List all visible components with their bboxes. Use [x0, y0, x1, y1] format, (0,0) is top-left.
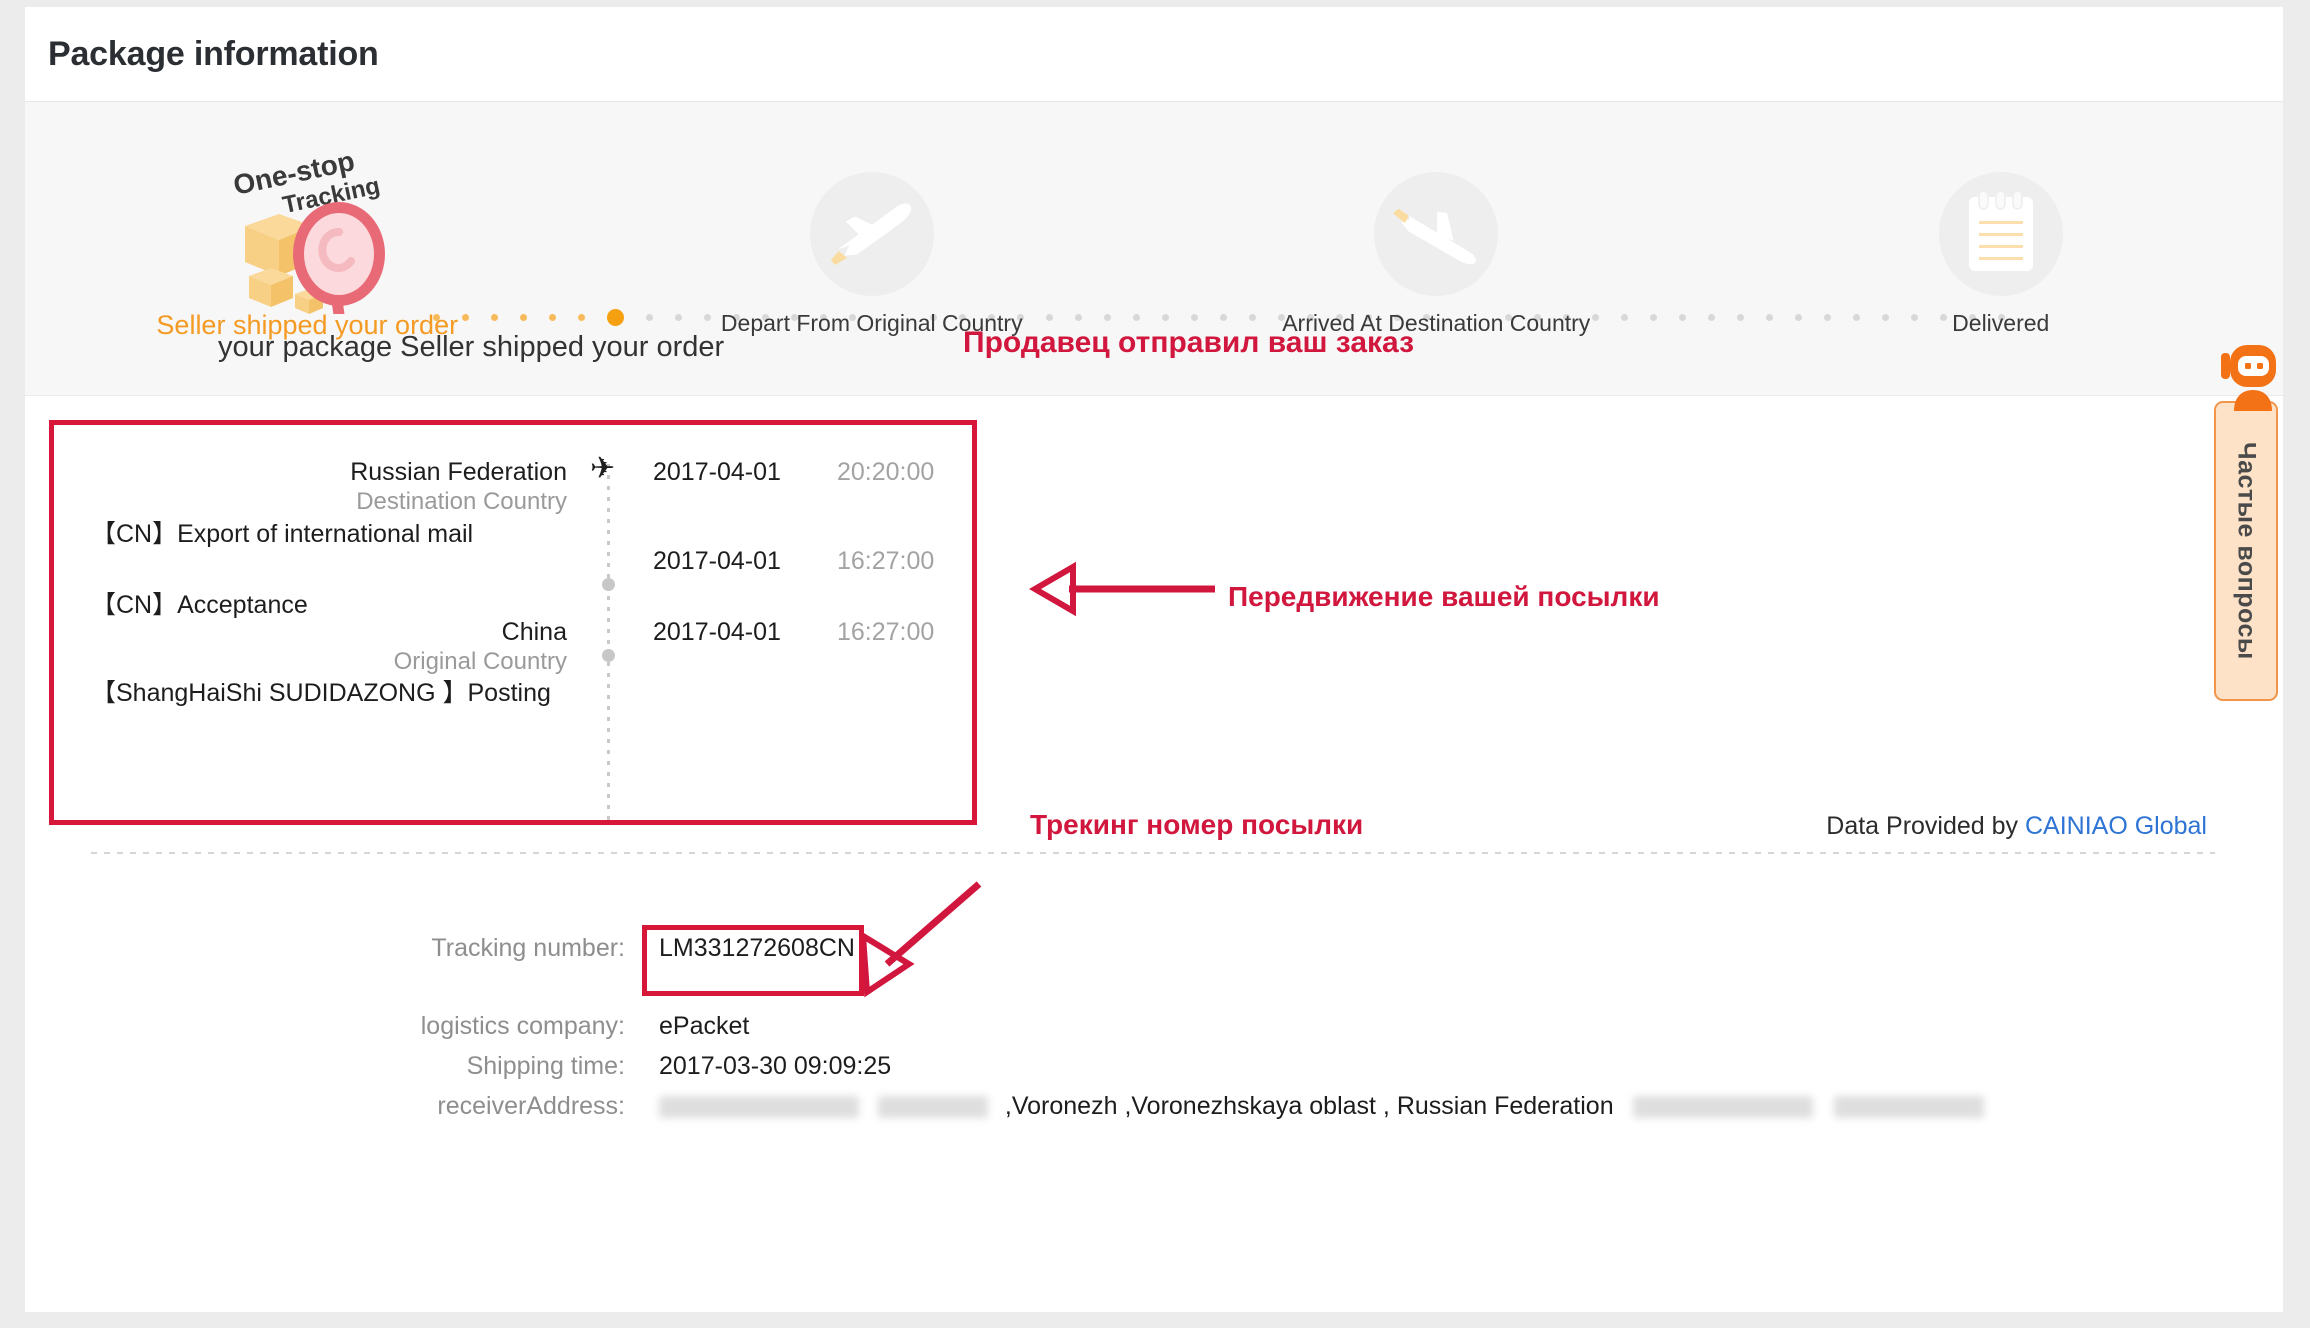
event-description: 【CN】Export of international mail: [91, 520, 474, 548]
event-date: 2017-04-01: [653, 458, 781, 486]
package-detail-body: your package Seller shipped your order П…: [25, 326, 2283, 1311]
redacted-address-part: [1632, 1096, 1813, 1119]
receiver-address-value: ,Voronezh ,Voronezhskaya oblast , Russia…: [659, 1092, 1984, 1121]
event-time: 16:27:00: [837, 618, 935, 646]
annotation-order-shipped: Продавец отправил ваш заказ: [963, 326, 1414, 359]
event-description: 【CN】Acceptance: [91, 591, 308, 619]
shipping-time-value: 2017-03-30 09:09:25: [659, 1052, 892, 1080]
event-country-role: Original Country: [393, 647, 567, 675]
annotation-arrow-movement: [1025, 559, 1225, 624]
page-header: Package information: [25, 7, 2283, 102]
detail-row-shipping-time: Shipping time: 2017-03-30 09:09:25: [25, 1052, 2283, 1092]
timeline-plane-icon: ✈: [590, 452, 616, 485]
annotation-movement-label: Передвижение вашей посылки: [1228, 581, 1660, 612]
redacted-address-part: [1833, 1096, 1984, 1119]
event-country-role: Destination Country: [356, 487, 567, 515]
event-time: 20:20:00: [837, 458, 935, 486]
faq-floating-widget[interactable]: Частые вопросы: [2214, 337, 2283, 701]
faq-label: Частые вопросы: [2232, 442, 2261, 660]
detail-label: logistics company:: [420, 1012, 625, 1040]
airplane-takeoff-icon: [792, 154, 952, 314]
redacted-address-part: [659, 1096, 859, 1119]
package-information-page: Package information One-stop Tracking Se…: [25, 7, 2283, 1312]
detail-row-logistics-company: logistics company: ePacket: [25, 1012, 2283, 1052]
detail-label: receiverAddress:: [437, 1092, 625, 1120]
detail-row-receiver-address: receiverAddress: ,Voronezh ,Voronezhskay…: [25, 1092, 2283, 1132]
receiver-address-text: ,Voronezh ,Voronezhskaya oblast , Russia…: [1004, 1092, 1614, 1120]
progress-step-delivered: Delivered: [1719, 102, 2284, 395]
receipt-notes-icon: [1921, 154, 2081, 314]
package-detail-list: Tracking number: LM331272608CN logistics…: [25, 934, 2283, 1132]
detail-label: Shipping time:: [466, 1052, 625, 1080]
annotation-tracking-number-label: Трекинг номер посылки: [1030, 809, 1364, 840]
package-status-text: your package Seller shipped your order: [218, 331, 724, 364]
event-country-name: China: [501, 618, 567, 646]
one-stop-tracking-logo: One-stop Tracking: [217, 144, 397, 322]
data-provider-note: Data Provided by CAINIAO Global: [1826, 812, 2207, 841]
timeline-node-dot: [602, 578, 615, 591]
event-country: China Original Country: [47, 618, 567, 676]
section-divider: [91, 852, 2215, 854]
event-date: 2017-04-01: [653, 618, 781, 646]
package-status-prefix: your package: [218, 331, 401, 363]
faq-panel[interactable]: Частые вопросы: [2214, 401, 2278, 701]
package-status-highlight: Seller shipped your order: [400, 331, 725, 363]
tracking-number-value[interactable]: LM331272608CN: [659, 934, 855, 963]
data-provider-prefix: Data Provided by: [1826, 812, 2025, 840]
event-time: 16:27:00: [837, 547, 935, 575]
detail-label: Tracking number:: [431, 934, 625, 962]
detail-row-tracking-number: Tracking number: LM331272608CN: [25, 934, 2283, 1012]
event-country: Russian Federation Destination Country: [47, 458, 567, 516]
timeline-axis: [607, 464, 610, 824]
airplane-landing-icon: [1356, 154, 1516, 314]
logistics-company-value: ePacket: [659, 1012, 750, 1040]
cainiao-global-link[interactable]: CAINIAO Global: [2025, 812, 2207, 840]
event-date: 2017-04-01: [653, 547, 781, 575]
event-description: 【ShangHaiShi SUDIDAZONG 】Posting: [91, 679, 551, 707]
event-country-name: Russian Federation: [350, 458, 567, 486]
progress-step-label: Delivered: [1952, 310, 2050, 336]
timeline-node-dot: [602, 649, 615, 662]
robot-icon[interactable]: [2217, 337, 2283, 411]
redacted-address-part: [877, 1096, 988, 1119]
page-title: Package information: [48, 34, 379, 73]
